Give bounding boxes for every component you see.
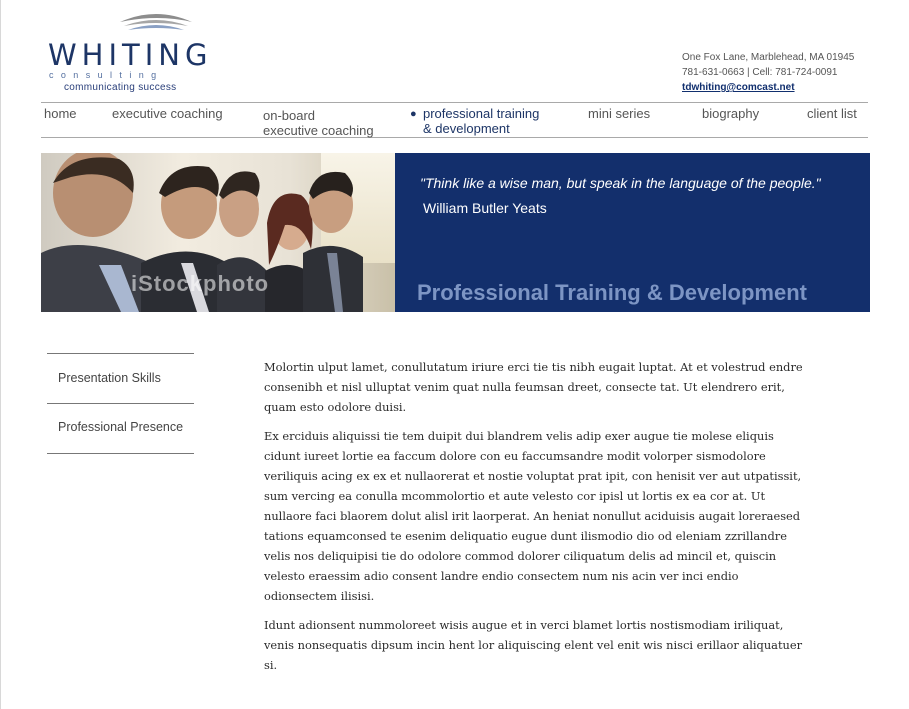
contact-email-link[interactable]: tdwhiting@comcast.net — [682, 80, 854, 95]
nav-client-list[interactable]: client list — [807, 106, 857, 121]
contact-phones: 781-631-0663 | Cell: 781-724-0091 — [682, 67, 838, 78]
nav-onboard-line2: executive coaching — [263, 123, 374, 138]
active-bullet-icon: ● — [410, 108, 417, 120]
nav-mini-series[interactable]: mini series — [588, 106, 650, 121]
hero-banner: iStockphoto "Think like a wise man, but … — [41, 153, 870, 312]
sidebar-divider — [47, 453, 194, 454]
photo-watermark: iStockphoto — [131, 271, 270, 296]
nav-onboard-executive-coaching[interactable]: on-board executive coaching — [263, 108, 374, 138]
logo-wordmark: WHITING — [48, 38, 213, 72]
banner-page-title: Professional Training & Development — [417, 280, 807, 305]
content-paragraph: Ex erciduis aliquissi tie tem duipit dui… — [264, 429, 802, 603]
contact-info: One Fox Lane, Marblehead, MA 01945 781-6… — [682, 50, 854, 95]
nav-bottom-divider — [41, 137, 868, 138]
main-content: Molortin ulput lamet, conullutatum iriur… — [264, 357, 809, 684]
banner-quote-author: William Butler Yeats — [423, 200, 547, 216]
nav-onboard-line1: on-board — [263, 108, 316, 123]
nav-professional-training[interactable]: professional training & development — [423, 106, 539, 136]
nav-home[interactable]: home — [44, 106, 77, 121]
contact-address: One Fox Lane, Marblehead, MA 01945 — [682, 52, 855, 63]
sidebar-item-presentation-skills[interactable]: Presentation Skills — [58, 371, 161, 385]
nav-training-line1: professional training — [423, 106, 540, 121]
nav-top-divider — [41, 102, 868, 103]
nav-training-line2: & development — [423, 121, 510, 136]
page-edge — [0, 0, 1, 709]
business-people-photo: iStockphoto — [41, 153, 395, 312]
logo-tagline: communicating success — [64, 82, 177, 93]
whiting-logo[interactable]: WHITING consulting communicating success — [48, 8, 207, 96]
content-paragraph: Idunt adionsent nummoloreet wisis augue … — [264, 618, 803, 672]
sidebar-divider — [47, 403, 194, 404]
banner-quote: "Think like a wise man, but speak in the… — [420, 175, 821, 191]
nav-biography[interactable]: biography — [702, 106, 759, 121]
logo-subtitle: consulting — [49, 70, 164, 80]
content-paragraph: Molortin ulput lamet, conullutatum iriur… — [264, 360, 803, 414]
sidebar-item-professional-presence[interactable]: Professional Presence — [58, 420, 183, 434]
logo-swoosh-icon — [120, 14, 192, 30]
nav-executive-coaching[interactable]: executive coaching — [112, 106, 223, 121]
sidebar-divider — [47, 353, 194, 354]
quote-panel: "Think like a wise man, but speak in the… — [395, 153, 870, 312]
